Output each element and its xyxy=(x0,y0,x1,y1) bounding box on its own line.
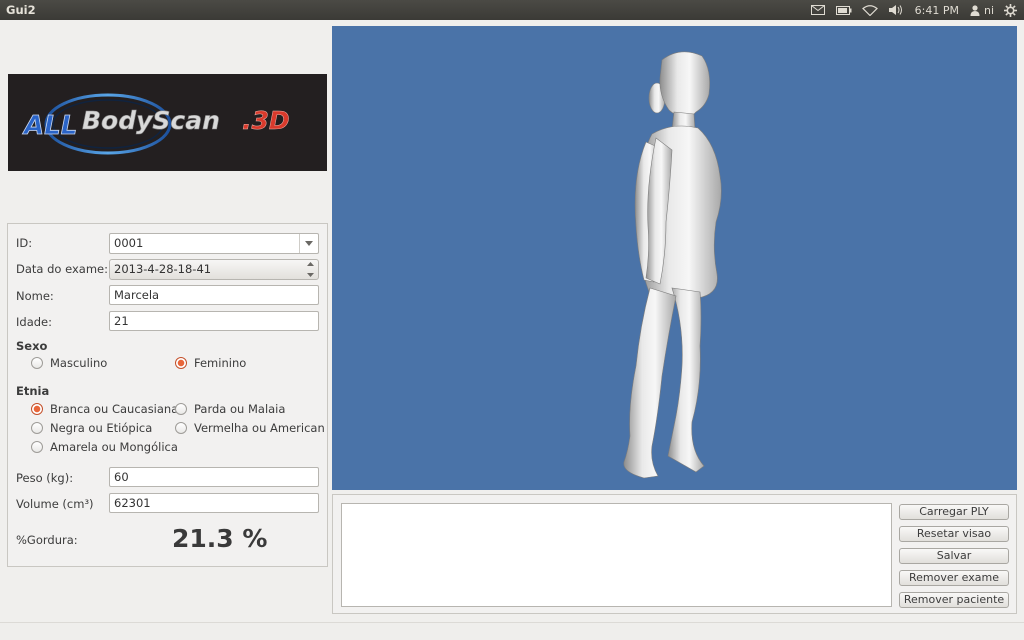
fat-label: %Gordura: xyxy=(16,533,78,547)
user-icon[interactable] xyxy=(969,0,981,20)
age-label: Idade: xyxy=(16,315,52,329)
weight-field[interactable] xyxy=(109,467,319,487)
id-combobox[interactable]: 0001 xyxy=(109,233,319,254)
date-value: 2013-4-28-18-41 xyxy=(114,262,212,276)
svg-text:BodyScan: BodyScan xyxy=(82,106,220,135)
radio-parda[interactable]: Parda ou Malaia xyxy=(175,402,285,416)
user-name[interactable]: ni xyxy=(984,0,994,20)
system-tray: 6:41 PM ni xyxy=(809,0,1024,20)
radio-masculino[interactable]: Masculino xyxy=(31,356,107,370)
radio-label: Negra ou Etiópica xyxy=(50,421,153,435)
radio-branca[interactable]: Branca ou Caucasiana xyxy=(31,402,178,416)
radio-indicator[interactable] xyxy=(31,357,43,369)
gear-icon[interactable] xyxy=(1002,0,1018,20)
name-label: Nome: xyxy=(16,289,54,303)
svg-text:ALL: ALL xyxy=(22,111,77,141)
window-title: Gui2 xyxy=(6,3,36,17)
id-label: ID: xyxy=(16,236,33,250)
patient-form: ID: 0001 Data do exame: 2013-4-28-18-41 … xyxy=(7,223,328,567)
spin-arrows-icon[interactable] xyxy=(306,262,315,277)
id-value: 0001 xyxy=(114,236,144,250)
wifi-icon[interactable] xyxy=(861,0,879,20)
volume-icon[interactable] xyxy=(887,0,905,20)
radio-indicator[interactable] xyxy=(31,403,43,415)
radio-indicator[interactable] xyxy=(175,357,187,369)
clock[interactable]: 6:41 PM xyxy=(915,0,959,20)
radio-feminino[interactable]: Feminino xyxy=(175,356,246,370)
date-label: Data do exame: xyxy=(16,262,108,276)
sex-section-title: Sexo xyxy=(16,339,48,353)
remove-exam-button[interactable]: Remover exame xyxy=(899,570,1009,586)
log-text-area[interactable] xyxy=(341,503,892,607)
body-scan-model[interactable] xyxy=(332,26,1017,490)
date-spinbox[interactable]: 2013-4-28-18-41 xyxy=(109,259,319,280)
radio-label: Feminino xyxy=(194,356,247,370)
radio-label: Masculino xyxy=(50,356,108,370)
fat-percentage-value: 21.3 % xyxy=(172,524,268,553)
volume-field[interactable] xyxy=(109,493,319,513)
remove-patient-button[interactable]: Remover paciente xyxy=(899,592,1009,608)
radio-label: Amarela ou Mongólica xyxy=(50,440,178,454)
battery-icon[interactable] xyxy=(835,0,853,20)
app-logo: ALL BodyScan .3D xyxy=(8,74,327,171)
radio-amarela[interactable]: Amarela ou Mongólica xyxy=(31,440,178,454)
weight-label: Peso (kg): xyxy=(16,471,74,485)
volume-label: Volume (cm³) xyxy=(16,497,94,511)
ethnicity-section-title: Etnia xyxy=(16,384,50,398)
top-panel: Gui2 6:41 PM ni xyxy=(0,0,1024,20)
svg-text:.3D: .3D xyxy=(242,106,290,135)
reset-view-button[interactable]: Resetar visao xyxy=(899,526,1009,542)
radio-label: Branca ou Caucasiana xyxy=(50,402,179,416)
3d-viewer[interactable] xyxy=(332,26,1017,490)
chevron-down-icon[interactable] xyxy=(299,234,318,253)
radio-indicator[interactable] xyxy=(175,422,187,434)
name-field[interactable] xyxy=(109,285,319,305)
radio-label: Vermelha ou American xyxy=(194,421,325,435)
status-bar xyxy=(0,622,1024,640)
radio-indicator[interactable] xyxy=(31,422,43,434)
bottom-panel: Carregar PLY Resetar visao Salvar Remove… xyxy=(332,494,1017,614)
radio-vermelha[interactable]: Vermelha ou American xyxy=(175,421,325,435)
save-button[interactable]: Salvar xyxy=(899,548,1009,564)
load-ply-button[interactable]: Carregar PLY xyxy=(899,504,1009,520)
radio-indicator[interactable] xyxy=(175,403,187,415)
age-field[interactable] xyxy=(109,311,319,331)
radio-indicator[interactable] xyxy=(31,441,43,453)
mail-icon[interactable] xyxy=(809,0,827,20)
radio-negra[interactable]: Negra ou Etiópica xyxy=(31,421,152,435)
radio-label: Parda ou Malaia xyxy=(194,402,286,416)
